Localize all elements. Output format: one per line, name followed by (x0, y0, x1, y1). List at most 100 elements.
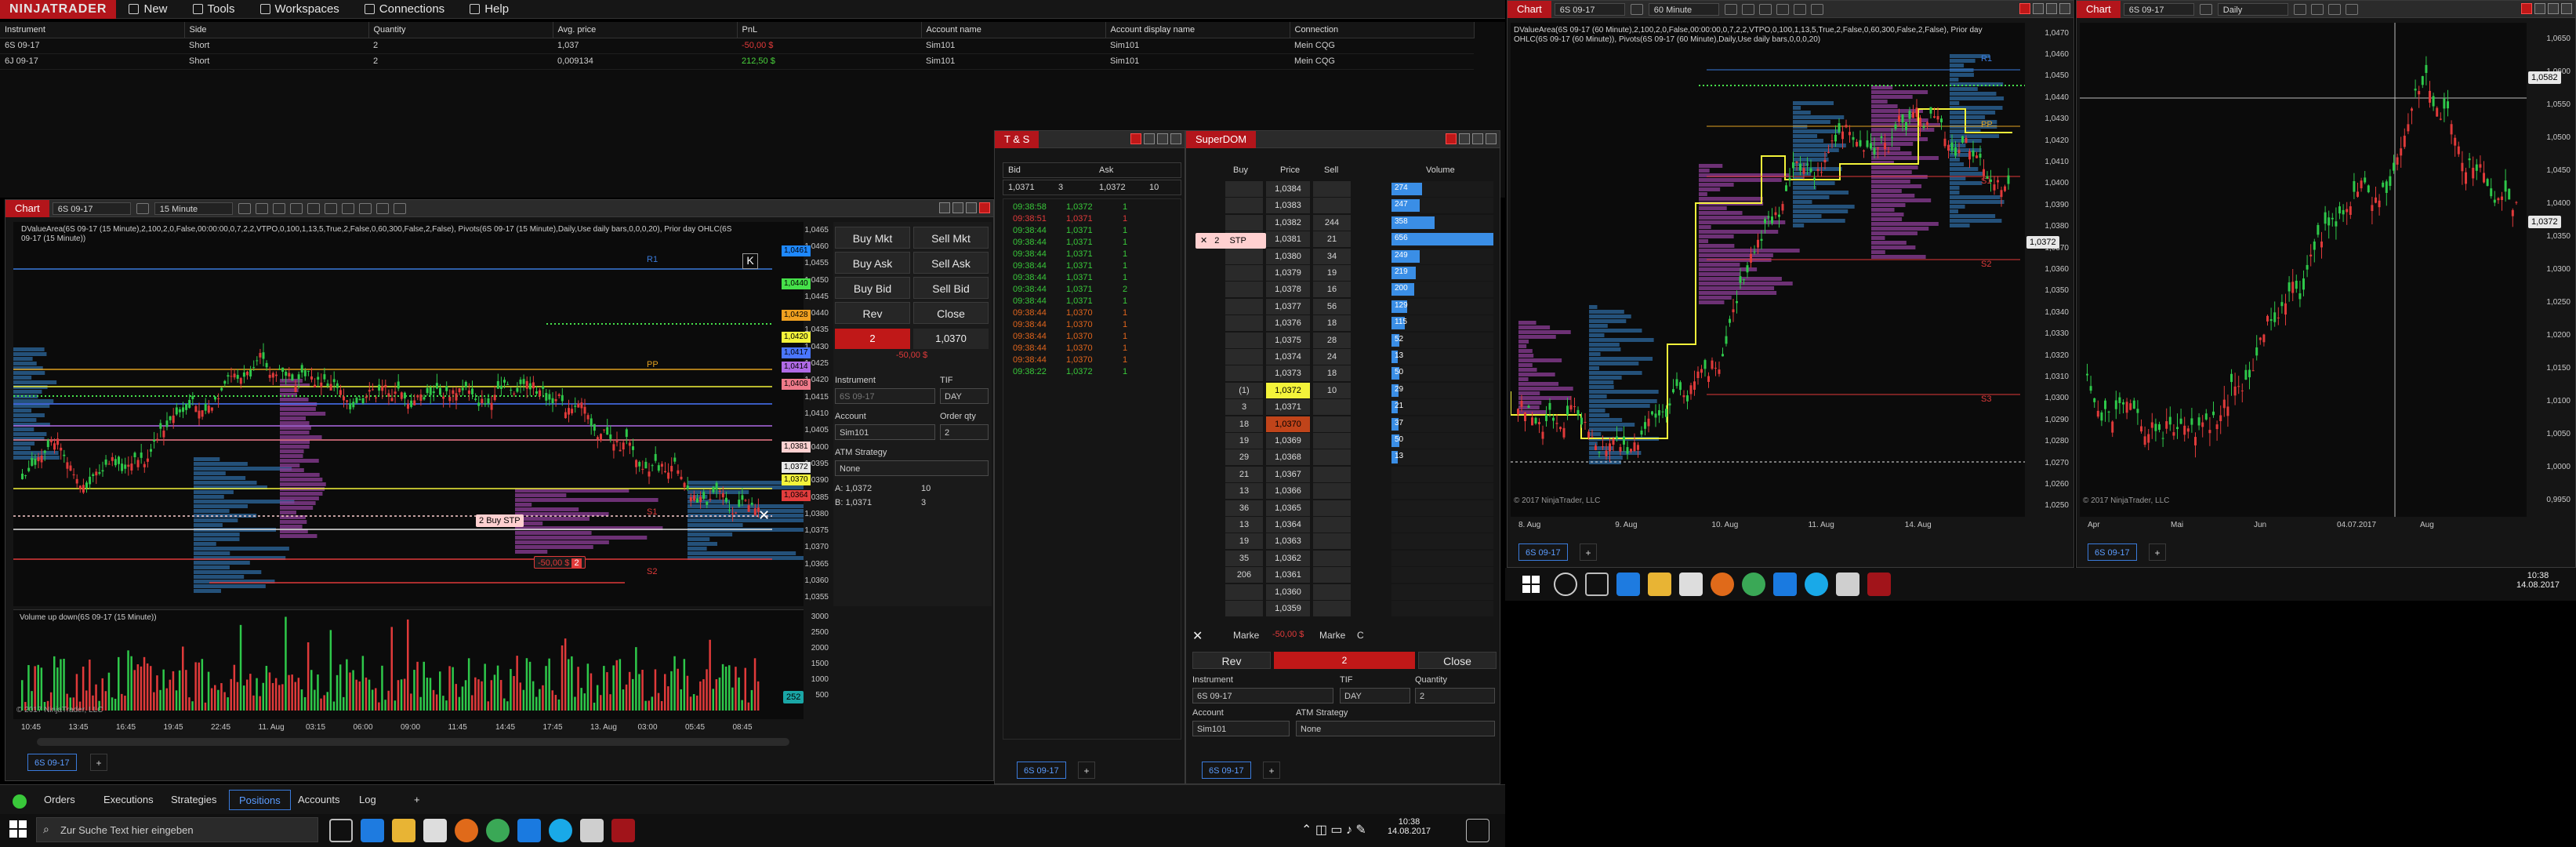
trade-collapse-button[interactable]: K (742, 253, 758, 269)
dom-row[interactable]: 1,0383 247 (1186, 198, 1500, 214)
atm-strategy-selector[interactable]: None (1296, 721, 1495, 736)
dom-buy-cell[interactable]: 35 (1225, 550, 1263, 566)
dom-price-cell[interactable]: 1,0383 (1266, 198, 1310, 214)
ts-row[interactable]: 09:38:44 1,0370 1 (1013, 320, 1170, 332)
dom-price-cell[interactable]: 1,0371 (1266, 399, 1310, 416)
ts-row[interactable]: 09:38:44 1,0370 1 (1013, 308, 1170, 320)
dom-row[interactable]: 18 1,0370 37 (1186, 416, 1500, 433)
bar-style-icon[interactable] (2293, 3, 2306, 15)
instrument-selector[interactable]: 6S 09-17 (1192, 688, 1333, 703)
tray-icons[interactable]: ⌃ ◫ ▭ ♪ ✎ (1301, 822, 1366, 838)
zoom-out-icon[interactable] (289, 202, 303, 214)
dom-row[interactable]: 1,0359 (1186, 601, 1500, 617)
chart-tab[interactable]: 6S 09-17 (27, 754, 77, 771)
dom-row[interactable]: 29 1,0368 13 (1186, 449, 1500, 466)
tab-executions[interactable]: Executions (94, 790, 163, 810)
dom-sell-cell[interactable] (1313, 449, 1351, 466)
restore-icon[interactable] (1157, 133, 1168, 144)
price-axis[interactable]: 1,06501,06001,05501,05001,04501,04001,03… (2527, 23, 2574, 517)
dom-price-cell[interactable]: 1,0372 (1266, 382, 1310, 398)
dom-price-cell[interactable]: 1,0363 (1266, 533, 1310, 550)
close-icon[interactable] (1170, 133, 1181, 144)
buy-ask-button[interactable]: Buy Ask (835, 252, 910, 274)
col-avg-price[interactable]: Avg. price (553, 22, 738, 38)
ts-row[interactable]: 09:38:44 1,0371 1 (1013, 296, 1170, 308)
ts-row[interactable]: 09:38:51 1,0371 1 (1013, 214, 1170, 226)
add-tab-button[interactable]: + (405, 790, 430, 810)
volume-panel[interactable]: Volume up down(6S 09-17 (15 Minute)) © 2… (13, 609, 804, 719)
col-account-display-name[interactable]: Account display name (1105, 22, 1290, 38)
dom-sell-cell[interactable]: 18 (1313, 365, 1351, 382)
atm-strategy-selector[interactable]: None (835, 460, 989, 476)
dom-sell-cell[interactable]: 28 (1313, 332, 1351, 348)
dom-row[interactable]: 1,0375 28 52 (1186, 332, 1500, 349)
ts-tab[interactable]: 6S 09-17 (1017, 762, 1066, 779)
instrument-selector[interactable]: 6S 09-17 (52, 202, 131, 215)
zoom-in-icon[interactable] (1758, 3, 1772, 15)
dom-sell-cell[interactable]: 244 (1313, 214, 1351, 231)
dom-buy-cell[interactable] (1225, 198, 1263, 214)
ts-row[interactable]: 09:38:44 1,0370 1 (1013, 355, 1170, 367)
windows-start-icon[interactable] (1521, 574, 1541, 594)
price-panel[interactable]: DValueArea(6S 09-17 (60 Minute),2,100,2,… (1511, 23, 2025, 517)
add-tab-button[interactable]: + (2149, 543, 2166, 561)
cancel-order-icon[interactable]: ✕ (758, 508, 772, 522)
dom-sell-cell[interactable]: 10 (1313, 382, 1351, 398)
dom-price-cell[interactable]: 1,0364 (1266, 517, 1310, 533)
account-selector[interactable]: Sim101 (835, 424, 935, 440)
dom-row[interactable]: 1,0377 56 129 (1186, 298, 1500, 315)
dom-row[interactable]: 35 1,0362 (1186, 550, 1500, 567)
maximize-icon[interactable] (966, 202, 977, 213)
dom-row[interactable]: 1,0384 274 (1186, 181, 1500, 198)
clock[interactable]: 10:38 14.08.2017 (1388, 817, 1431, 836)
dom-row[interactable]: 3 1,0371 21 (1186, 399, 1500, 416)
menu-connections[interactable]: Connections (352, 2, 457, 16)
dom-row[interactable]: 1,0374 24 13 (1186, 349, 1500, 365)
dom-sell-cell[interactable] (1313, 567, 1351, 583)
col-quantity[interactable]: Quantity (368, 22, 553, 38)
price-panel[interactable]: DValueArea(6S 09-17 (15 Minute),2,100,2,… (13, 222, 804, 606)
dom-buy-cell[interactable]: 21 (1225, 466, 1263, 482)
cancel-order-icon[interactable]: ✕ (1195, 236, 1212, 245)
dom-sell-cell[interactable]: 56 (1313, 298, 1351, 314)
drawing-tools-icon[interactable] (324, 202, 337, 214)
dom-buy-cell[interactable]: 13 (1225, 483, 1263, 500)
dom-price-cell[interactable]: 1,0369 (1266, 433, 1310, 449)
search-circle-icon[interactable] (1554, 573, 1577, 596)
buy-market-button[interactable]: Buy Mkt (835, 227, 910, 249)
menu-help[interactable]: Help (457, 2, 521, 16)
indicators-icon[interactable] (341, 202, 354, 214)
dom-sell-cell[interactable] (1313, 583, 1351, 600)
pencil-icon[interactable] (2310, 3, 2324, 15)
ts-row[interactable]: 09:38:44 1,0370 1 (1013, 344, 1170, 355)
price-panel[interactable]: © 2017 NinjaTrader, LLC (2080, 23, 2527, 517)
dom-price-cell[interactable]: 1,0375 (1266, 332, 1310, 348)
dom-row[interactable]: 19 1,0369 50 (1186, 433, 1500, 449)
ninjatrader-icon[interactable] (1867, 573, 1891, 596)
dom-row[interactable]: 1,0379 19 219 (1186, 265, 1500, 282)
dom-row[interactable]: 13 1,0364 (1186, 517, 1500, 533)
col-side[interactable]: Side (184, 22, 369, 38)
store-icon[interactable] (423, 819, 447, 842)
ts-row[interactable]: 09:38:44 1,0371 1 (1013, 238, 1170, 249)
dom-price-cell[interactable]: 1,0366 (1266, 483, 1310, 500)
position-pnl-tag[interactable]: -50,00 $ 2 (534, 556, 586, 569)
skype-icon[interactable] (549, 819, 572, 842)
edge-icon[interactable] (1616, 573, 1640, 596)
ts-row[interactable]: 09:38:44 1,0371 1 (1013, 249, 1170, 261)
close-icon[interactable] (2561, 3, 2572, 14)
dom-buy-cell[interactable] (1225, 298, 1263, 314)
strategies-icon[interactable] (358, 202, 372, 214)
time-axis[interactable]: Apr Mai Jun 04.07.2017 Aug (2080, 518, 2527, 534)
market-buy-label[interactable]: Marke (1233, 630, 1259, 641)
dom-price-cell[interactable]: 1,0373 (1266, 365, 1310, 382)
dom-price-cell[interactable]: 1,0359 (1266, 601, 1310, 616)
dom-buy-cell[interactable] (1225, 332, 1263, 348)
dom-price-cell[interactable]: 1,0382 (1266, 214, 1310, 231)
dom-row[interactable]: 1,0380 34 249 (1186, 248, 1500, 265)
close-icon[interactable] (1130, 133, 1141, 144)
ts-row[interactable]: 09:38:44 1,0371 2 (1013, 285, 1170, 296)
dom-price-cell[interactable]: 1,0384 (1266, 181, 1310, 197)
buy-stop-order-tag[interactable]: 2 Buy STP (476, 514, 524, 527)
close-icon[interactable] (2521, 3, 2532, 14)
